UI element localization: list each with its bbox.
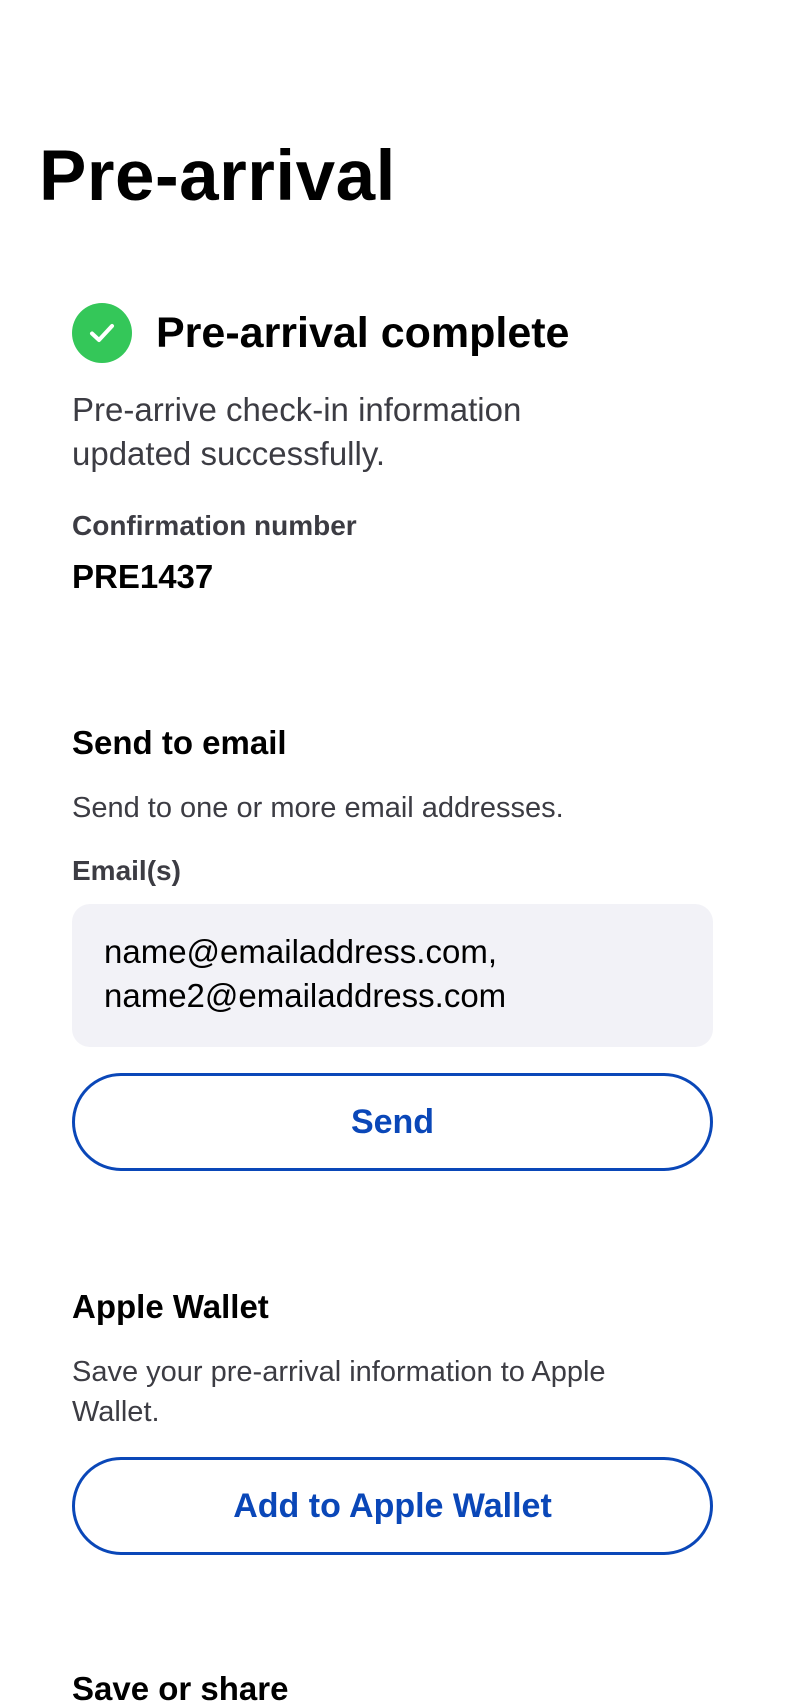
pre-arrival-screen: Pre-arrival Pre-arrival complete Pre-arr… — [0, 0, 786, 1704]
email-field[interactable]: name@emailaddress.com, name2@emailaddres… — [72, 904, 713, 1047]
confirmation-label: Confirmation number — [72, 510, 357, 541]
add-to-apple-wallet-button[interactable]: Add to Apple Wallet — [72, 1457, 713, 1555]
status-title: Pre-arrival complete — [156, 309, 570, 357]
checkmark-circle-icon — [72, 303, 132, 363]
status-description: Pre-arrive check-in information updated … — [72, 391, 522, 472]
save-share-title: Save or share — [72, 1670, 289, 1704]
checkmark-icon — [90, 324, 114, 342]
send-button[interactable]: Send — [72, 1073, 713, 1171]
email-field-value[interactable]: name@emailaddress.com, name2@emailaddres… — [104, 930, 681, 1018]
page-title: Pre-arrival — [39, 137, 396, 216]
send-email-title: Send to email — [72, 724, 287, 761]
apple-wallet-title: Apple Wallet — [72, 1288, 269, 1325]
status-header: Pre-arrival complete — [72, 303, 569, 363]
send-email-description: Send to one or more email addresses. — [72, 792, 564, 824]
email-field-label: Email(s) — [72, 855, 181, 886]
confirmation-number: PRE1437 — [72, 558, 214, 595]
apple-wallet-description: Save your pre-arrival information to App… — [72, 1356, 606, 1428]
